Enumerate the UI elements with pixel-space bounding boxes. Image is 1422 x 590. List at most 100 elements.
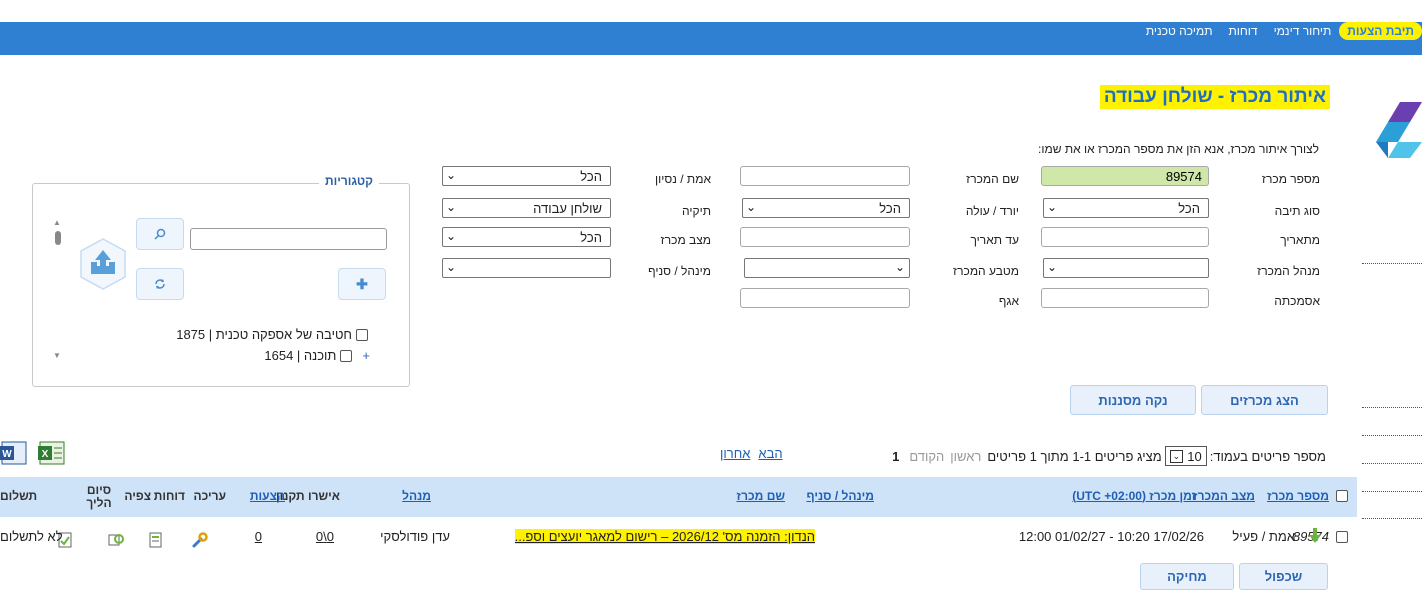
tender-status-label: מצב מכרז: [660, 233, 711, 247]
plus-icon: ✚: [356, 275, 368, 292]
chevron-down-icon: ⌄: [446, 200, 457, 214]
tender-manager-label: מנהל המכרז: [1257, 264, 1320, 278]
divider: [1362, 407, 1422, 408]
wrench-icon[interactable]: [191, 531, 209, 549]
col-time[interactable]: זמן מכרז (UTC +02:00): [1072, 489, 1196, 503]
category-label: חטיבה של אספקה טכנית | 1875: [176, 327, 352, 342]
upload-icon: [80, 238, 126, 290]
add-category-button[interactable]: ✚: [338, 268, 386, 300]
chevron-down-icon: ⌄: [746, 200, 757, 214]
divider: [1362, 463, 1422, 464]
scrollbar-thumb[interactable]: [55, 231, 61, 245]
col-offers[interactable]: הצעות: [250, 489, 285, 503]
search-icon: [154, 228, 166, 240]
per-page-label: מספר פריטים בעמוד:: [1209, 448, 1326, 464]
col-process-end: סיום הליך: [86, 483, 112, 510]
word-export-icon[interactable]: W: [0, 438, 28, 468]
col-status[interactable]: מצב המכרז: [1193, 489, 1255, 503]
view-icon[interactable]: [107, 531, 125, 549]
chevron-down-icon: ⌄: [1047, 200, 1058, 214]
col-manager-branch[interactable]: מינהל / סניף: [806, 489, 874, 503]
row-manager: עדן פודולסקי: [380, 529, 450, 544]
category-checkbox[interactable]: [340, 349, 353, 362]
category-checkbox[interactable]: [356, 328, 368, 341]
col-tender-no[interactable]: מספר מכרז: [1267, 489, 1329, 503]
pager: מספר פריטים בעמוד: 10 ⌄ מציג פריטים 1-1 …: [892, 446, 1326, 466]
category-label: תוכנה | 1654: [264, 348, 337, 363]
category-item: + תוכנה | 1654: [264, 348, 370, 363]
search-button[interactable]: [136, 218, 184, 250]
real-test-select[interactable]: הכל ⌄: [442, 166, 611, 186]
tender-status-value: הכל: [580, 229, 602, 245]
reference-field[interactable]: [1041, 288, 1209, 308]
row-tender-name-link[interactable]: הנדון: הזמנה מס' 2026/12 – רישום למאגר י…: [514, 529, 815, 544]
select-all-checkbox[interactable]: [1336, 490, 1348, 502]
chevron-down-icon: ⌄: [446, 260, 457, 274]
scroll-up-arrow[interactable]: ▲: [53, 218, 61, 227]
box-type-select[interactable]: הכל ⌄: [1043, 198, 1209, 218]
currency-label: מטבע המכרז: [952, 264, 1019, 278]
folder-select[interactable]: שולחן עבודה ⌄: [442, 198, 611, 218]
box-type-label: סוג תיבה: [1274, 204, 1320, 218]
tender-number-field[interactable]: [1041, 166, 1209, 186]
category-search-input[interactable]: [190, 228, 387, 250]
show-tenders-button[interactable]: הצג מכרזים: [1201, 385, 1328, 415]
row-payment: לא לתשלום: [0, 529, 63, 544]
row-status: אמת / פעיל: [1232, 529, 1295, 544]
scroll-down-arrow[interactable]: ▼: [53, 351, 61, 360]
from-date-label: מתאריך: [1280, 233, 1320, 247]
currency-select[interactable]: ⌄: [744, 258, 910, 278]
from-date-field[interactable]: [1041, 227, 1209, 247]
showing-text: מציג פריטים 1-1 מתוך 1 פריטים: [987, 448, 1162, 464]
manager-branch-label: מינהל / סניף: [648, 264, 711, 278]
row-standard-approval[interactable]: 0\0: [316, 529, 334, 544]
folder-value: שולחן עבודה: [533, 200, 602, 216]
search-instruction: לצורך איתור מכרז, אנא הזן את מספר המכרז …: [1038, 142, 1319, 156]
col-reports: דוחות: [153, 489, 185, 503]
col-standard-approval: אישרו תקנון: [276, 489, 340, 503]
divider: [1362, 435, 1422, 436]
next-page-link[interactable]: הבא: [758, 446, 782, 461]
nav-item-support[interactable]: תמיכה טכנית: [1138, 22, 1221, 40]
chevron-down-icon: ⌄: [894, 260, 905, 274]
per-page-select[interactable]: 10 ⌄: [1164, 446, 1207, 466]
divider: [1362, 518, 1422, 519]
excel-export-icon[interactable]: X: [36, 438, 66, 468]
expand-toggle[interactable]: +: [362, 348, 370, 363]
to-date-field[interactable]: [740, 227, 910, 247]
up-down-select[interactable]: הכל ⌄: [742, 198, 910, 218]
col-manager[interactable]: מנהל: [402, 489, 431, 503]
refresh-button[interactable]: [136, 268, 184, 300]
clear-filters-button[interactable]: נקה מסננות: [1070, 385, 1196, 415]
upload-button[interactable]: [75, 236, 131, 292]
refresh-icon: [155, 279, 165, 289]
divider: [1362, 263, 1422, 264]
categories-legend: קטגוריות: [319, 174, 379, 188]
col-view: צפיה: [124, 489, 151, 503]
chevron-down-icon: ⌄: [446, 168, 457, 182]
department-field[interactable]: [740, 288, 910, 308]
logo-icon: [1376, 102, 1422, 158]
chevron-down-icon: ⌄: [446, 229, 457, 243]
first-page-link[interactable]: ראשון: [950, 449, 981, 464]
report-icon[interactable]: [147, 531, 165, 549]
tender-manager-select[interactable]: ⌄: [1043, 258, 1209, 278]
last-page-link[interactable]: אחרון: [720, 446, 750, 461]
col-tender-name[interactable]: שם מכרז: [736, 489, 785, 503]
manager-branch-select[interactable]: ⌄: [442, 258, 611, 278]
chevron-down-icon: ⌄: [1169, 449, 1184, 463]
nav-item-reports[interactable]: דוחות: [1220, 22, 1265, 40]
nav-item-offers-box[interactable]: תיבת הצעות: [1339, 22, 1422, 40]
tender-name-field[interactable]: [740, 166, 910, 186]
prev-page-link[interactable]: הקודם: [909, 449, 944, 464]
row-checkbox[interactable]: [1336, 531, 1348, 543]
delete-button[interactable]: מחיקה: [1140, 563, 1234, 590]
row-offers[interactable]: 0: [255, 529, 262, 544]
category-item: חטיבה של אספקה טכנית | 1875: [176, 327, 368, 342]
svg-text:X: X: [42, 449, 49, 460]
real-test-value: הכל: [580, 168, 602, 184]
tender-status-select[interactable]: הכל ⌄: [442, 227, 611, 247]
nav-item-dynamic-bidding[interactable]: תיחור דינמי: [1266, 22, 1340, 40]
duplicate-button[interactable]: שכפול: [1239, 563, 1328, 590]
pager-links: הבא אחרון: [720, 446, 783, 461]
